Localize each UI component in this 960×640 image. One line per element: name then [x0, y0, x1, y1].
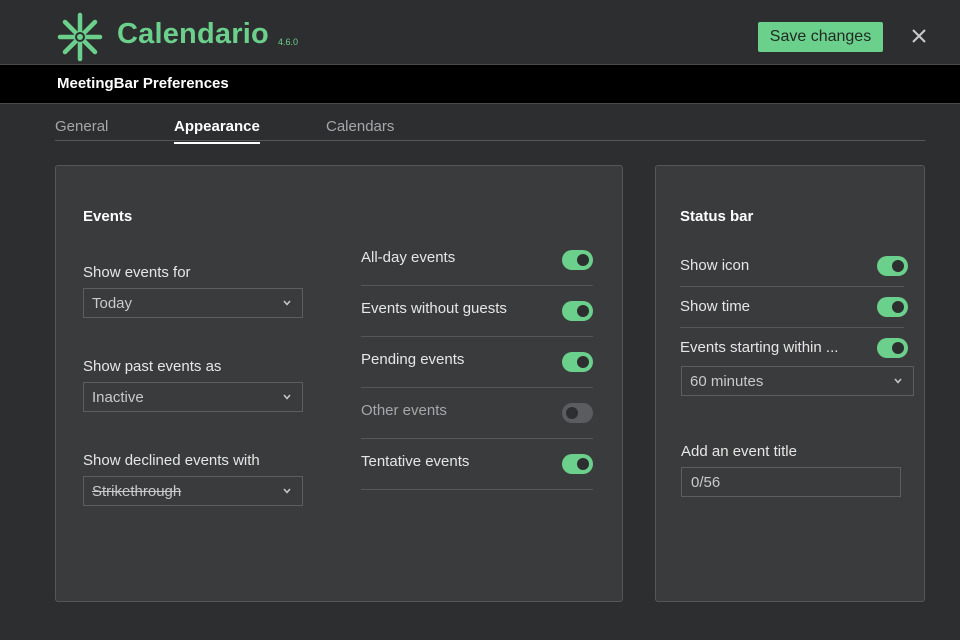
pending-label: Pending events — [361, 351, 465, 368]
show-icon-toggle[interactable] — [877, 256, 908, 276]
tab-bar: General Appearance Calendars — [55, 108, 925, 144]
show-past-as-value: Inactive — [92, 389, 144, 406]
tab-appearance[interactable]: Appearance — [174, 118, 260, 144]
show-past-as-select[interactable]: Inactive — [83, 382, 303, 412]
toggle-knob — [892, 301, 904, 313]
events-panel: Events Show events for Today Show past e… — [55, 165, 623, 602]
without-guests-label: Events without guests — [361, 300, 507, 317]
tentative-label: Tentative events — [361, 453, 470, 470]
show-events-for-select[interactable]: Today — [83, 288, 303, 318]
save-changes-button[interactable]: Save changes — [758, 22, 883, 52]
toggle-row-all-day: All-day events — [361, 235, 593, 286]
app-logo-icon — [57, 12, 103, 62]
status-bar-panel: Status bar Show icon Show time Events st… — [655, 165, 925, 602]
toggle-row-pending: Pending events — [361, 337, 593, 388]
other-events-toggle[interactable] — [562, 403, 593, 423]
chevron-down-icon — [283, 394, 291, 400]
window-title: MeetingBar Preferences — [57, 75, 229, 92]
toggle-row-tentative: Tentative events — [361, 439, 593, 490]
show-declined-with-label: Show declined events with — [83, 452, 260, 469]
event-title-label: Add an event title — [681, 443, 797, 460]
chevron-down-icon — [283, 300, 291, 306]
show-time-label: Show time — [680, 298, 751, 315]
starting-within-value: 60 minutes — [690, 373, 764, 390]
toggle-knob — [577, 305, 589, 317]
tab-calendars[interactable]: Calendars — [326, 118, 394, 142]
starting-within-label: Events starting within ... — [680, 339, 839, 356]
all-day-label: All-day events — [361, 249, 456, 266]
show-events-for-value: Today — [92, 295, 133, 312]
events-section-title: Events — [83, 208, 133, 225]
show-declined-with-select[interactable]: Strikethrough — [83, 476, 303, 506]
toggle-knob — [892, 342, 904, 354]
without-guests-toggle[interactable] — [562, 301, 593, 321]
starting-within-select[interactable]: 60 minutes — [681, 366, 914, 396]
tentative-toggle[interactable] — [562, 454, 593, 474]
show-declined-with-value: Strikethrough — [92, 483, 182, 500]
toggle-row-show-icon: Show icon — [680, 246, 908, 287]
toggle-knob — [577, 458, 589, 470]
toggle-row-without-guests: Events without guests — [361, 286, 593, 337]
toggle-knob — [577, 254, 589, 266]
pending-toggle[interactable] — [562, 352, 593, 372]
toggle-knob — [566, 407, 578, 419]
starting-within-toggle[interactable] — [877, 338, 908, 358]
tab-general[interactable]: General — [55, 118, 108, 142]
toggle-knob — [577, 356, 589, 368]
chevron-down-icon — [894, 378, 902, 384]
all-day-toggle[interactable] — [562, 250, 593, 270]
app-version: 4.6.0 — [278, 37, 299, 47]
close-button[interactable] — [904, 22, 934, 52]
toggle-row-show-time: Show time — [680, 287, 908, 328]
show-time-toggle[interactable] — [877, 297, 908, 317]
show-icon-label: Show icon — [680, 257, 750, 274]
show-events-for-label: Show events for — [83, 264, 191, 281]
app-header: Calendario 4.6.0 Save changes — [0, 0, 960, 64]
app-name: Calendario — [117, 18, 269, 50]
show-past-as-label: Show past events as — [83, 358, 222, 375]
other-events-label: Other events — [361, 402, 447, 419]
toggle-row-other: Other events — [361, 388, 593, 439]
close-icon — [912, 28, 926, 43]
status-bar-section-title: Status bar — [680, 208, 754, 225]
toggle-row-starting-within: Events starting within ... — [680, 328, 908, 369]
chevron-down-icon — [283, 488, 291, 494]
window-titlebar: MeetingBar Preferences — [0, 64, 960, 104]
event-title-input[interactable] — [681, 467, 901, 497]
toggle-knob — [892, 260, 904, 272]
